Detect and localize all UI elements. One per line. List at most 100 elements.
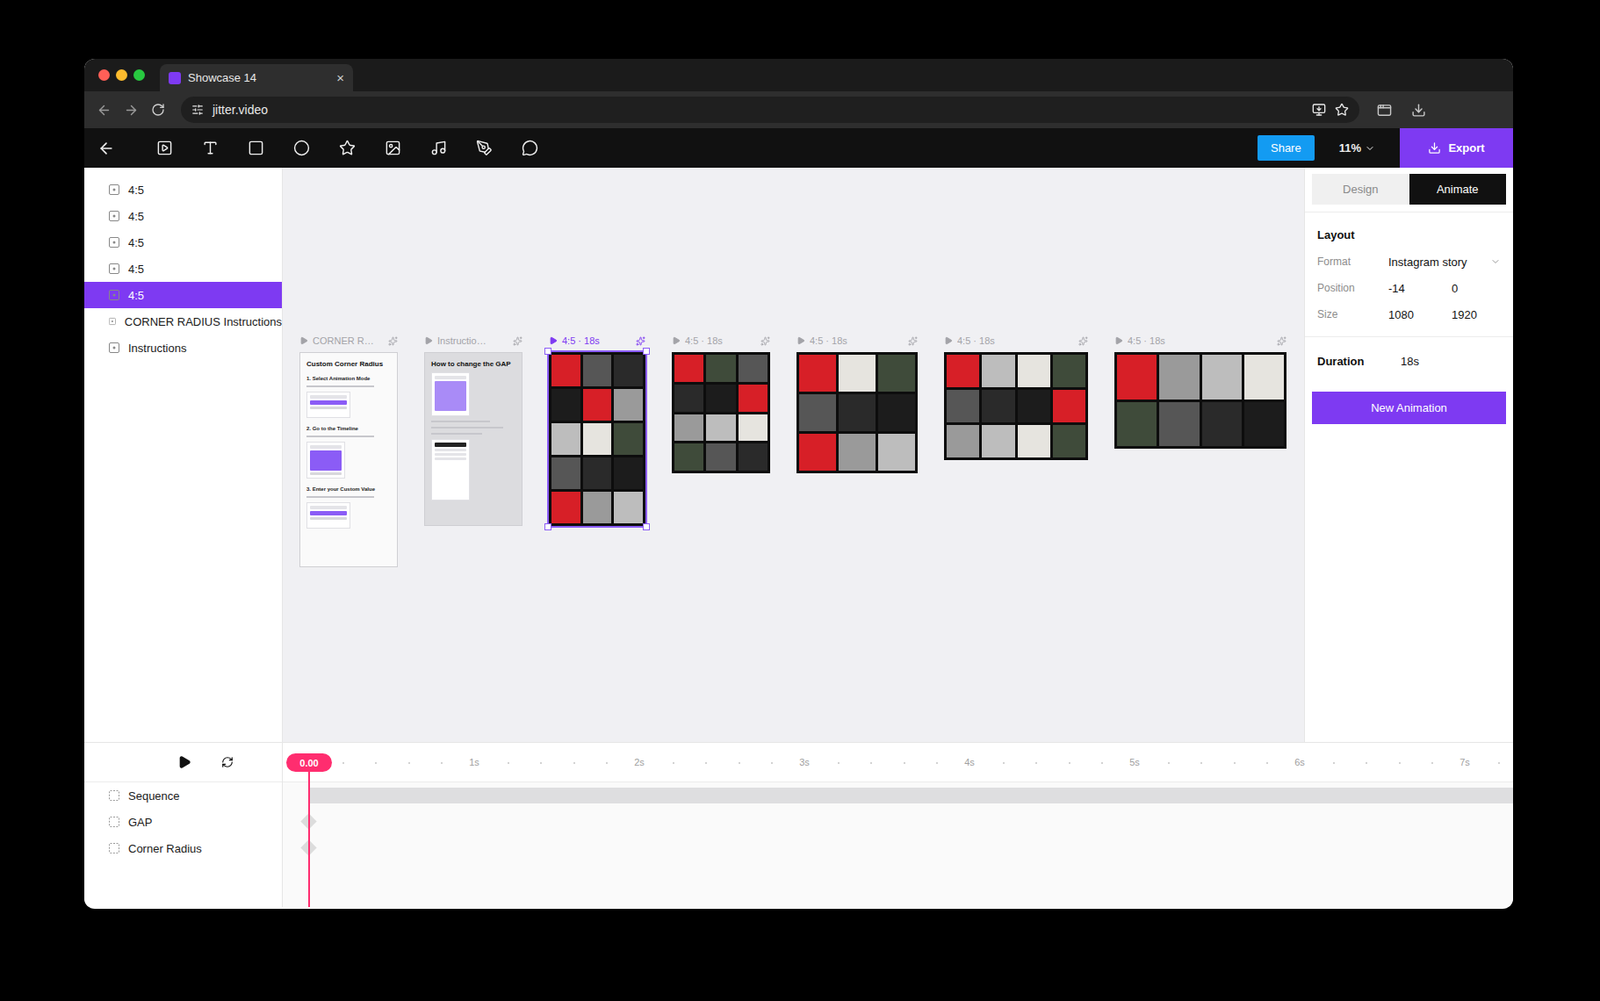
position-y-field[interactable]: 0 [1446,281,1507,296]
track-name[interactable]: Corner Radius [84,835,282,862]
layer-row[interactable]: Instructions [84,334,282,361]
duration-field[interactable]: 18s [1383,354,1425,368]
artboard-frame[interactable]: How to change the GAP [424,352,523,527]
time-ruler[interactable]: 1s2s3s4s5s6s7s [282,742,1514,783]
site-settings-icon[interactable] [191,103,204,116]
artboard[interactable]: 4:5 · 18s [548,333,646,527]
ruler-dot [1266,762,1269,764]
artboard-frame[interactable]: Custom Corner Radius1. Select Animation … [299,352,398,568]
tool-button[interactable] [200,138,220,159]
sparkles-icon[interactable] [1078,336,1089,346]
comment-tool-icon [521,139,539,157]
zoom-window-button[interactable] [133,69,145,81]
sparkles-icon[interactable] [388,336,398,346]
tab-close-button[interactable]: × [336,70,345,86]
resize-handle[interactable] [642,523,650,531]
layer-row[interactable]: 4:5 [84,281,282,309]
ruler-dot [540,762,542,764]
format-select[interactable]: Instagram story [1383,255,1507,269]
current-time[interactable]: 0.00 [286,753,332,772]
sparkles-icon[interactable] [908,336,918,346]
play-icon[interactable] [671,336,681,346]
sparkles-icon[interactable] [512,336,523,346]
group-icon [108,843,120,854]
back-button[interactable] [96,138,116,159]
tab-search-icon[interactable] [1376,102,1392,118]
artboard[interactable]: Instructio…How to change the GAP [424,333,523,527]
frame-icon [108,342,120,354]
artboard-frame[interactable] [1114,352,1287,449]
doc-screenshot [431,372,470,417]
artboard-frame[interactable] [548,352,646,527]
layer-row[interactable]: 4:5 [84,255,282,282]
mode-tab[interactable]: Design [1311,173,1410,205]
share-button[interactable]: Share [1257,135,1315,161]
tool-button[interactable] [382,138,403,159]
playhead[interactable] [308,760,310,908]
artboard[interactable]: 4:5 · 18s [1114,333,1287,449]
tool-button[interactable] [245,138,266,159]
forward-arrow-icon[interactable] [123,102,139,118]
artboard-label: 4:5 · 18s [548,333,646,348]
artboard[interactable]: CORNER R…Custom Corner Radius1. Select A… [299,333,398,568]
install-icon[interactable] [1311,102,1327,117]
artboard[interactable]: 4:5 · 18s [944,333,1089,461]
resize-handle[interactable] [544,523,552,531]
mode-tab[interactable]: Animate [1409,173,1507,205]
artboard-frame[interactable] [671,352,771,474]
zoom-select[interactable]: 11% [1339,141,1376,155]
minimize-window-button[interactable] [115,69,128,81]
play-icon[interactable] [299,336,309,346]
close-window-button[interactable] [98,69,110,81]
play-icon[interactable] [944,336,953,346]
url-field[interactable]: jitter.video [180,96,1360,123]
tool-button[interactable] [154,138,174,159]
resize-handle[interactable] [642,347,650,355]
height-field[interactable]: 1920 [1446,308,1507,322]
sparkles-icon[interactable] [635,336,646,346]
new-animation-button[interactable]: New Animation [1311,391,1507,425]
artboard-frame[interactable] [944,352,1089,461]
downloads-icon[interactable] [1411,102,1427,118]
layer-row[interactable]: 4:5 [84,202,282,230]
ruler-dot [936,762,938,764]
track-area[interactable]: 1s2s3s4s5s6s7s0.00 [282,742,1514,908]
artboard-frame[interactable] [796,352,918,474]
artboard[interactable]: 4:5 · 18s [671,333,771,474]
play-icon[interactable] [424,336,433,346]
image-tool-icon [384,139,402,157]
tool-button[interactable] [428,138,448,159]
video-tile [1117,354,1157,400]
track-name[interactable]: Sequence [84,782,282,809]
bookmark-star-icon[interactable] [1334,102,1349,117]
layer-row[interactable]: 4:5 [84,229,282,256]
sparkles-icon[interactable] [760,336,771,346]
loop-icon[interactable] [221,756,234,769]
track-row [282,835,1514,862]
export-button[interactable]: Export [1399,128,1514,168]
tool-button[interactable] [291,138,311,159]
play-icon[interactable] [796,336,806,346]
browser-tab[interactable]: Showcase 14× [159,64,354,92]
tool-button[interactable] [474,138,494,159]
layer-row[interactable]: 4:5 [84,176,282,203]
back-arrow-icon[interactable] [96,102,112,118]
audio-tool-icon [430,139,447,157]
tool-button[interactable] [519,138,540,159]
video-tile [551,423,581,455]
play-icon[interactable] [548,336,558,346]
artboard[interactable]: 4:5 · 18s [796,333,918,474]
sparkles-icon[interactable] [1276,336,1287,346]
track-name[interactable]: GAP [84,808,282,836]
video-tile [674,443,704,471]
tool-button[interactable] [337,138,357,159]
play-icon[interactable] [177,755,192,770]
play-icon[interactable] [1114,336,1124,346]
width-field[interactable]: 1080 [1383,308,1443,322]
sequence-bar[interactable] [309,787,1514,804]
position-x-field[interactable]: -14 [1383,281,1443,296]
reload-icon[interactable] [151,102,166,117]
layer-row[interactable]: CORNER RADIUS Instructions [84,308,282,335]
canvas[interactable]: CORNER R…Custom Corner Radius1. Select A… [282,167,1305,743]
resize-handle[interactable] [544,347,552,355]
